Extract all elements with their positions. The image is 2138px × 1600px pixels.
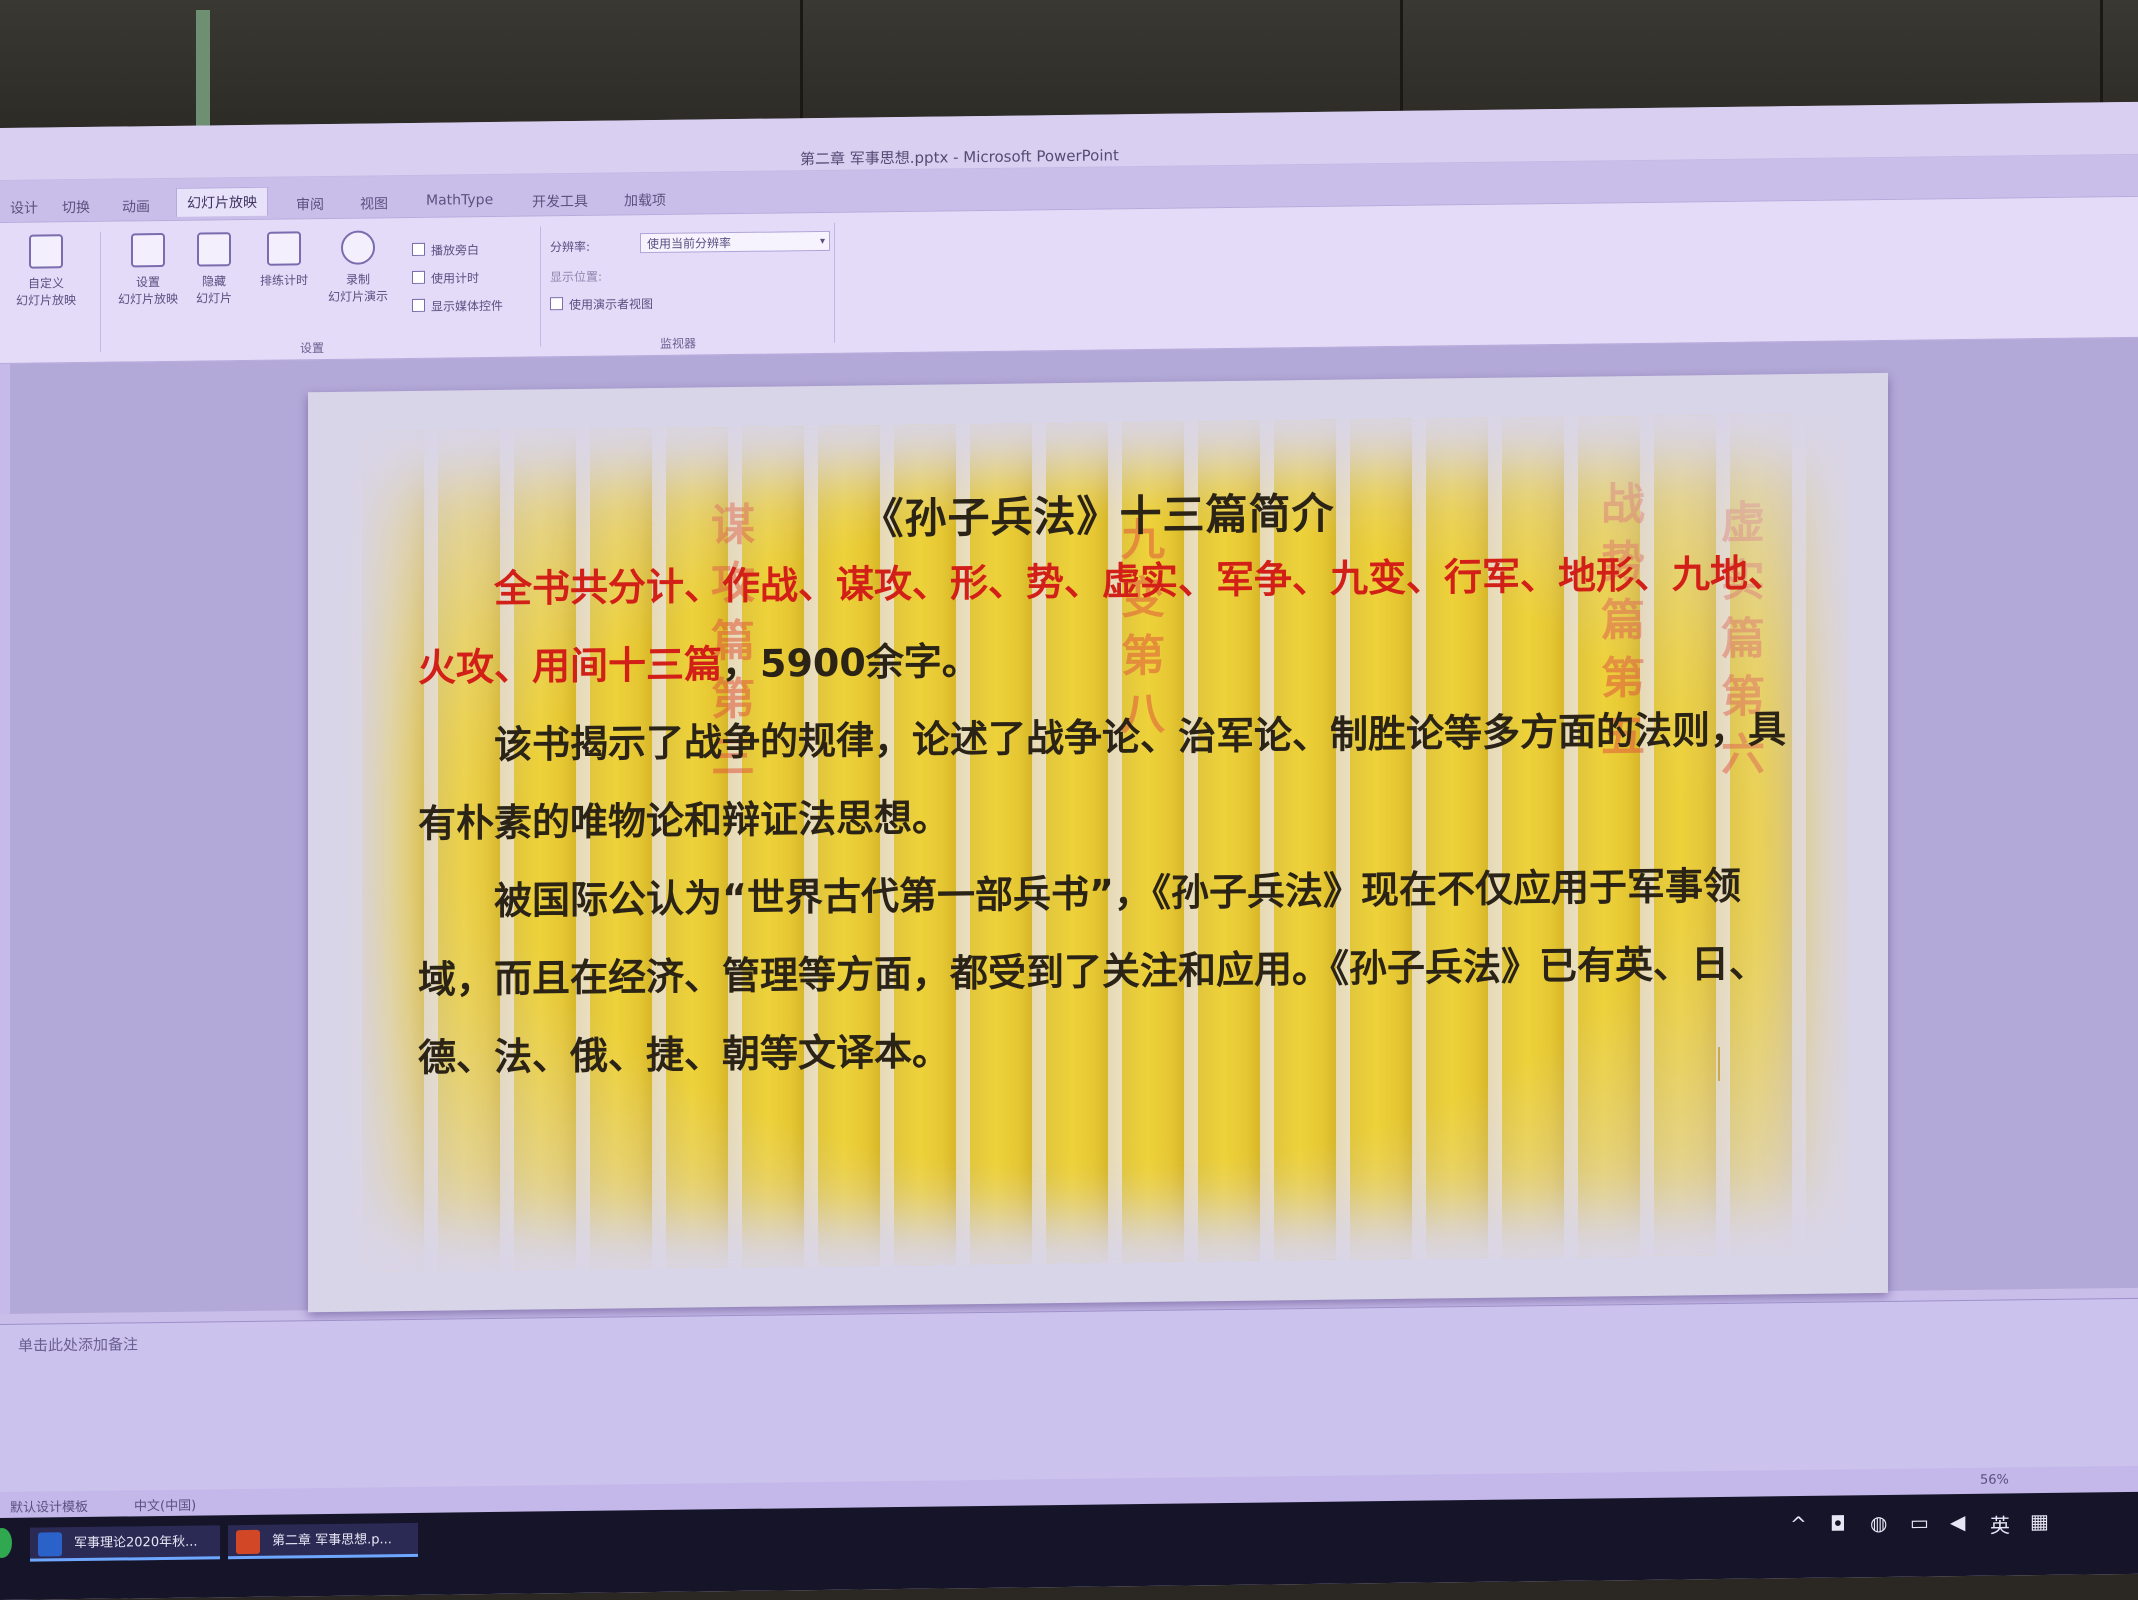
paragraph-2-text: 该书揭示了战争的规律，论述了战争论、治军论、制胜论等多方面的法则，具有朴素的唯物… — [418, 707, 1787, 846]
tab-developer[interactable]: 开发工具 — [522, 187, 598, 216]
paragraph-1[interactable]: 全书共分计、作战、谋攻、形、势、虚实、军争、九变、行军、地形、九地、火攻、用间十… — [418, 534, 1788, 707]
resolution-label: 分辨率: — [550, 239, 591, 255]
notes-pane[interactable]: 单击此处添加备注 — [0, 1297, 2138, 1493]
resolution-dropdown[interactable]: 使用当前分辨率 ▾ — [640, 230, 830, 254]
custom-show-label: 自定义 幻灯片放映 — [15, 276, 76, 308]
hide-slide-icon — [197, 232, 231, 267]
word-icon — [38, 1532, 62, 1557]
paragraph-1-highlight: 全书共分计、作战、谋攻、形、势、虚实、军争、九变、行军、地形、九地、火攻、用间十… — [418, 551, 1787, 690]
notes-placeholder: 单击此处添加备注 — [18, 1335, 139, 1355]
chevron-down-icon: ▾ — [819, 235, 825, 247]
paragraph-3[interactable]: 被国际公认为“世界古代第一部兵书”，《孙子兵法》现在不仅应用于军事领域，而且在经… — [418, 846, 1788, 1097]
divider — [834, 222, 835, 343]
record-label: 录制 幻灯片演示 — [327, 272, 388, 304]
ribbon: 自定义 幻灯片放映 设置 幻灯片放映 隐藏 幻灯片 排练计时 录制 幻灯片演示 … — [0, 195, 2138, 364]
shield-icon[interactable]: ◘ — [1830, 1511, 1846, 1535]
paragraph-1-rest: ，5900余字。 — [722, 639, 980, 687]
custom-show-button[interactable]: 自定义 幻灯片放映 — [10, 234, 82, 309]
taskbar-item-label: 第二章 军事思想.p... — [272, 1532, 392, 1549]
ime-icon[interactable]: 英 — [1990, 1509, 2010, 1538]
divider — [100, 231, 101, 352]
tab-design[interactable]: 设计 — [0, 193, 48, 222]
start-icon[interactable] — [0, 1527, 12, 1559]
setup-show-label: 设置 幻灯片放映 — [117, 275, 178, 307]
taskbar-item-powerpoint[interactable]: 第二章 军事思想.p... — [228, 1522, 418, 1560]
play-narrations-checkbox[interactable]: 播放旁白 — [412, 241, 479, 259]
paragraph-2[interactable]: 该书揭示了战争的规律，论述了战争论、治军论、制胜论等多方面的法则，具有朴素的唯物… — [418, 690, 1788, 863]
show-media-controls-checkbox[interactable]: 显示媒体控件 — [412, 297, 503, 315]
zoom-level[interactable]: 56% — [1980, 1472, 2009, 1487]
use-timings-checkbox[interactable]: 使用计时 — [412, 269, 479, 287]
record-show-button[interactable]: 录制 幻灯片演示 — [322, 230, 394, 305]
group-setup-label: 设置 — [300, 341, 325, 356]
tab-mathtype[interactable]: MathType — [416, 188, 503, 213]
resolution-label-wrap: 分辨率: — [550, 238, 590, 255]
network-icon[interactable]: ◍ — [1870, 1511, 1887, 1535]
tab-review[interactable]: 审阅 — [286, 190, 334, 219]
resolution-value: 使用当前分辨率 — [647, 236, 732, 252]
message-icon[interactable]: ▭ — [1910, 1510, 1929, 1534]
taskbar-item-word[interactable]: 军事理论2020年秋... — [30, 1525, 220, 1562]
text-cursor — [1718, 1046, 1720, 1082]
tab-view[interactable]: 视图 — [350, 189, 398, 218]
show-media-controls-label: 显示媒体控件 — [431, 298, 504, 314]
presenter-view-checkbox[interactable]: 使用演示者视图 — [550, 295, 653, 313]
setup-show-icon — [131, 232, 165, 268]
custom-show-icon — [29, 234, 63, 269]
window-title: 第二章 军事思想.pptx - Microsoft PowerPoint — [800, 146, 1119, 169]
monitor-screen: 第二章 军事思想.pptx - Microsoft PowerPoint 设计 … — [0, 101, 2138, 1600]
hide-slide-label: 隐藏 幻灯片 — [195, 274, 232, 306]
hide-slide-button[interactable]: 隐藏 幻灯片 — [178, 232, 250, 307]
taskbar-item-label: 军事理论2020年秋... — [74, 1534, 198, 1552]
rehearse-timings-button[interactable]: 排练计时 — [248, 231, 320, 289]
play-narrations-label: 播放旁白 — [431, 243, 480, 258]
volume-icon[interactable]: ◀ — [1950, 1510, 1965, 1534]
checkbox-box — [412, 270, 425, 284]
checkbox-box — [412, 242, 425, 256]
setup-show-button[interactable]: 设置 幻灯片放映 — [112, 232, 184, 308]
tab-transitions[interactable]: 切换 — [52, 193, 100, 222]
slide-canvas[interactable]: 谋攻篇第三 九变第八 战势篇第五 虚实篇第六 《孙子兵法》十三篇简介 全书共分计… — [308, 372, 1888, 1313]
show-on-dropdown[interactable]: 显示位置: — [550, 268, 602, 286]
slide-editing-area: 谋攻篇第三 九变第八 战势篇第五 虚实篇第六 《孙子兵法》十三篇简介 全书共分计… — [0, 337, 2138, 1314]
rehearse-icon — [267, 231, 301, 266]
tab-slide-show[interactable]: 幻灯片放映 — [176, 186, 268, 217]
thumbnail-pane-edge[interactable] — [0, 363, 10, 1314]
rehearse-label: 排练计时 — [259, 273, 308, 288]
paragraph-3-text: 被国际公认为“世界古代第一部兵书”，《孙子兵法》现在不仅应用于军事领域，而且在经… — [418, 863, 1768, 1080]
checkbox-box — [550, 297, 563, 311]
group-monitors-label: 监视器 — [660, 336, 697, 351]
divider — [540, 226, 541, 347]
chevron-up-icon[interactable]: ^ — [1790, 1512, 1807, 1536]
record-icon — [341, 230, 375, 265]
status-theme: 默认设计模板 — [10, 1499, 89, 1516]
grid-icon[interactable]: ▦ — [2030, 1509, 2049, 1533]
use-timings-label: 使用计时 — [431, 271, 480, 286]
presenter-view-label: 使用演示者视图 — [569, 297, 654, 313]
status-language[interactable]: 中文(中国) — [134, 1495, 196, 1515]
tab-animations[interactable]: 动画 — [112, 192, 160, 221]
checkbox-box — [412, 298, 425, 312]
show-on-label: 显示位置: — [550, 269, 603, 285]
powerpoint-icon — [236, 1529, 260, 1555]
tab-addins[interactable]: 加载项 — [614, 186, 676, 215]
